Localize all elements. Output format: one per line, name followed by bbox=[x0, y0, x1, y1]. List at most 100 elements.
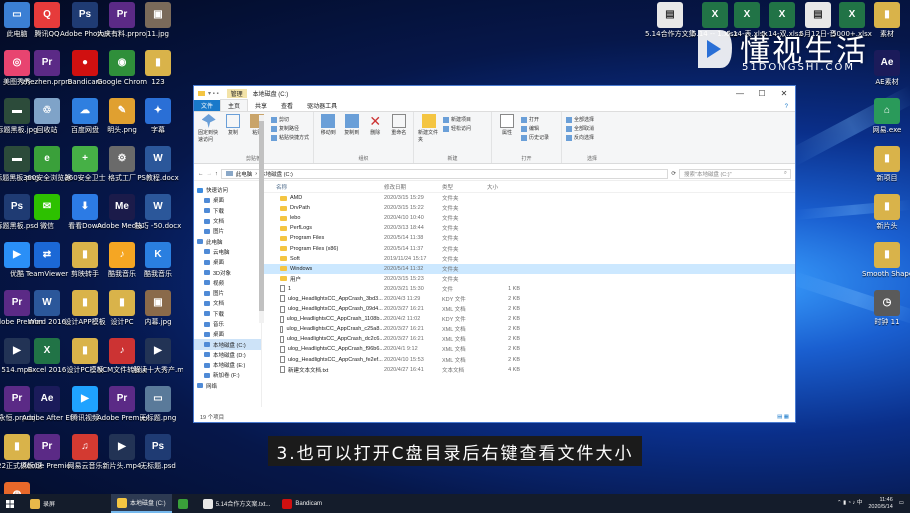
minimize-button[interactable]: — bbox=[729, 89, 751, 98]
desktop-icon[interactable]: K 酷我音乐 bbox=[133, 240, 183, 292]
maximize-button[interactable]: ☐ bbox=[751, 89, 773, 98]
cut-button[interactable]: 剪切 bbox=[270, 116, 309, 123]
nav-item[interactable]: 下载 bbox=[194, 309, 261, 319]
history-button[interactable]: 历史记录 bbox=[521, 134, 549, 141]
file-row[interactable]: DrvPath 2020/3/15 15:22 文件夹 bbox=[262, 203, 795, 213]
taskbar-app[interactable]: Bandicam bbox=[276, 494, 328, 513]
nav-item[interactable]: 图片 bbox=[194, 288, 261, 298]
desktop-icon[interactable]: ⌂ 网易.exe bbox=[862, 96, 910, 148]
desktop-icon[interactable]: ▤ 5.14合作方文集.txt bbox=[645, 0, 695, 52]
file-row[interactable]: 新建文本文档.txt 2020/4/27 16:41 文本文档 4 KB bbox=[262, 365, 795, 375]
copy-path-button[interactable]: 复制路径 bbox=[270, 125, 309, 132]
nav-item[interactable]: 云电脑 bbox=[194, 247, 261, 257]
nav-item[interactable]: 图片 bbox=[194, 226, 261, 236]
nav-item[interactable]: 快速访问 bbox=[194, 185, 261, 195]
nav-item[interactable]: 3D对象 bbox=[194, 267, 261, 277]
nav-item[interactable]: 本地磁盘 (E:) bbox=[194, 360, 261, 370]
nav-item[interactable]: 桌面 bbox=[194, 329, 261, 339]
file-row[interactable]: ulog_HeadlightsCC_AppCrash_c25a8... 2020/… bbox=[262, 324, 795, 334]
select-all-button[interactable]: 全部选择 bbox=[566, 116, 594, 123]
tray-icons[interactable]: ⌃ ▮ ◔ ♪ 中 bbox=[837, 500, 862, 507]
desktop-icon[interactable]: ✦ 字幕 bbox=[133, 96, 183, 148]
file-row[interactable]: Soft 2019/11/24 15:17 文件夹 bbox=[262, 254, 795, 264]
nav-item[interactable]: 文档 bbox=[194, 216, 261, 226]
taskbar-app[interactable] bbox=[172, 494, 197, 513]
clock[interactable]: 11:46 2020/5/14 bbox=[868, 497, 892, 511]
desktop-icon[interactable]: W 技巧 -50.docx bbox=[133, 192, 183, 244]
easy-access-button[interactable]: 轻松访问 bbox=[443, 125, 471, 132]
nav-item[interactable]: 下载 bbox=[194, 206, 261, 216]
file-row[interactable]: ulog_HeadlightsCC_AppCrash_f96b6... 2020/… bbox=[262, 344, 795, 354]
desktop-icon[interactable]: W PS教程.docx bbox=[133, 144, 183, 196]
column-date[interactable]: 修改日期 bbox=[384, 183, 442, 191]
desktop-icon[interactable]: ▮ 123 bbox=[133, 48, 183, 100]
nav-item[interactable]: 新加卷 (F:) bbox=[194, 370, 261, 380]
desktop-icon[interactable]: ▮ Smooth Shapes ... bbox=[862, 240, 910, 292]
nav-item[interactable]: 网络 bbox=[194, 381, 261, 391]
view-toggle-icons[interactable]: ▤ ▦ bbox=[777, 414, 789, 420]
paste-shortcut-button[interactable]: 粘贴快捷方式 bbox=[270, 134, 309, 141]
desktop-icon[interactable]: ▮ 新片头 bbox=[862, 192, 910, 244]
invert-selection-button[interactable]: 反向选择 bbox=[566, 134, 594, 141]
new-item-button[interactable]: 新建项目 bbox=[443, 116, 471, 123]
forward-arrow-icon[interactable]: → bbox=[207, 171, 213, 177]
open-button[interactable]: 打开 bbox=[521, 116, 549, 123]
taskbar-app[interactable]: 录屏 bbox=[24, 494, 61, 513]
properties-button[interactable]: 属性 bbox=[496, 114, 518, 161]
file-row[interactable]: 用户 2020/3/15 15:23 文件夹 bbox=[262, 274, 795, 284]
tab-drive-tools[interactable]: 驱动器工具 bbox=[300, 100, 344, 111]
desktop-icon[interactable]: ▣ 11.jpg bbox=[133, 0, 183, 52]
taskbar-app[interactable]: 本地磁盘 (C:) bbox=[111, 494, 172, 513]
nav-item[interactable]: 桌面 bbox=[194, 195, 261, 205]
desktop-icon[interactable]: ▮ 新项目 bbox=[862, 144, 910, 196]
back-arrow-icon[interactable]: ← bbox=[198, 171, 204, 177]
file-row[interactable]: ulog_HeadlightsCC_AppCrash_fe2ef... 2020/… bbox=[262, 355, 795, 365]
nav-item[interactable]: 音乐 bbox=[194, 319, 261, 329]
file-row[interactable]: ulog_HeadlightsCC_AppCrash_3bd3... 2020/4… bbox=[262, 294, 795, 304]
nav-item[interactable]: 桌面 bbox=[194, 257, 261, 267]
tab-file[interactable]: 文件 bbox=[194, 100, 221, 111]
start-button[interactable] bbox=[0, 494, 20, 513]
file-row[interactable]: ulog_HeadlightsCC_AppCrash_1108b... 2020/… bbox=[262, 314, 795, 324]
close-button[interactable]: ✕ bbox=[773, 89, 795, 98]
nav-scrollbar[interactable] bbox=[259, 115, 264, 323]
drive-tools-tab-label[interactable]: 管理 bbox=[226, 88, 247, 98]
copy-button[interactable]: 复制 bbox=[222, 114, 243, 161]
nav-scrollbar-thumb[interactable] bbox=[259, 121, 264, 311]
edit-button[interactable]: 编辑 bbox=[521, 125, 549, 132]
pin-button[interactable]: 固定到快速访问 bbox=[198, 114, 219, 161]
help-icon[interactable]: ? bbox=[778, 103, 795, 111]
breadcrumb-this-pc[interactable]: 此电脑 bbox=[236, 170, 253, 178]
file-row[interactable]: 1 2020/3/21 15:30 文件 1 KB bbox=[262, 284, 795, 294]
desktop-icon[interactable]: ▭ 无标题.png bbox=[133, 384, 183, 436]
desktop-icon[interactable]: ▣ 内幕.jpg bbox=[133, 288, 183, 340]
column-size[interactable]: 大小 bbox=[487, 183, 520, 191]
breadcrumb-drive-c[interactable]: 本地磁盘 (C:) bbox=[260, 170, 293, 178]
notification-icon[interactable]: ▭ bbox=[899, 500, 904, 507]
copy-to-button[interactable]: 复制到 bbox=[342, 114, 363, 161]
nav-item[interactable]: 文档 bbox=[194, 298, 261, 308]
rename-button[interactable]: 重命名 bbox=[389, 114, 410, 161]
tab-share[interactable]: 共享 bbox=[248, 100, 274, 111]
nav-item[interactable]: 此电脑 bbox=[194, 236, 261, 246]
taskbar-app[interactable]: 5.14合作方文案.txt... bbox=[197, 494, 277, 513]
select-none-button[interactable]: 全部取消 bbox=[566, 125, 594, 132]
address-bar[interactable]: 此电脑 › 本地磁盘 (C:) bbox=[220, 168, 669, 179]
column-type[interactable]: 类型 bbox=[442, 183, 487, 191]
refresh-icon[interactable]: ⟳ bbox=[671, 171, 676, 177]
file-row[interactable]: AMD 2020/3/15 15:29 文件夹 bbox=[262, 193, 795, 203]
quick-access-toolbar[interactable]: ▾ ▪ ▪ bbox=[208, 90, 219, 97]
tab-view[interactable]: 查看 bbox=[274, 100, 300, 111]
file-row[interactable]: PerfLogs 2020/3/13 18:44 文件夹 bbox=[262, 223, 795, 233]
file-explorer-window[interactable]: ▾ ▪ ▪ 管理 本地磁盘 (C:) — ☐ ✕ 文件 主页 共享 查看 驱动器… bbox=[193, 85, 796, 423]
tab-home[interactable]: 主页 bbox=[220, 99, 249, 111]
file-row[interactable]: lebo 2020/4/10 10:40 文件夹 bbox=[262, 213, 795, 223]
delete-button[interactable]: ✕ 删除 bbox=[365, 114, 386, 161]
file-row[interactable]: ulog_HeadlightsCC_AppCrash_dc2c6... 2020/… bbox=[262, 334, 795, 344]
file-row[interactable]: ulog_HeadlightsCC_AppCrash_09d4... 2020/3… bbox=[262, 304, 795, 314]
column-name[interactable]: 名称 bbox=[262, 183, 384, 191]
new-folder-button[interactable]: 新建文件夹 bbox=[418, 114, 440, 161]
file-row[interactable]: Program Files (x86) 2020/5/14 11:37 文件夹 bbox=[262, 243, 795, 253]
nav-item[interactable]: 本地磁盘 (D:) bbox=[194, 350, 261, 360]
nav-item[interactable]: 视频 bbox=[194, 278, 261, 288]
